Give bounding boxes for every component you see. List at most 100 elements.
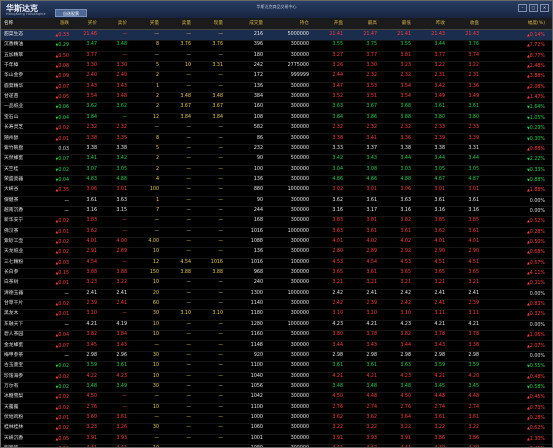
cell-change: ▲0.02 <box>39 374 69 381</box>
cell-bid-volume: 30 <box>152 383 159 389</box>
cell-change: ▲0.01 <box>39 229 69 236</box>
column-header-ask[interactable]: 卖价 <box>99 20 127 26</box>
cell-low: 3.82 <box>400 218 411 224</box>
cell-percent: 0.00% <box>483 208 545 215</box>
cell-bid: 3.47 <box>86 42 97 48</box>
column-header-open[interactable]: 开盘 <box>313 20 343 26</box>
cell-ask-volume: — <box>186 207 191 213</box>
cell-last: 3.21 <box>468 280 479 286</box>
cell-high: 3.77 <box>366 52 377 58</box>
cell-open: 3.62 <box>332 197 343 203</box>
cell-current-volume: — <box>218 404 223 410</box>
cell-percent: ▲2.07% <box>483 343 545 350</box>
cell-ask-volume: — <box>186 249 191 255</box>
cell-ask-volume: — <box>186 125 191 131</box>
cell-name: 鹿茸精华 <box>4 83 24 89</box>
cell-ask-volume: — <box>186 404 191 410</box>
cell-name: 东融天下 <box>4 321 24 327</box>
column-header-current-volume[interactable]: 现量 <box>193 20 223 26</box>
cell-value: 0.32% <box>529 312 545 318</box>
cell-name: 宝石山 <box>4 114 19 120</box>
minimize-icon[interactable]: – <box>518 4 527 12</box>
cell-bid-volume: 1 <box>155 83 159 89</box>
app-logo-subtitle: HongKong Hasdaqkie <box>6 12 46 16</box>
cell-last: 3.49 <box>468 94 479 100</box>
cell-ask: 3.30 <box>116 63 127 69</box>
cell-prev-close: 3.59 <box>434 363 445 369</box>
cell-holdings: 300000 <box>290 104 309 110</box>
cell-low: 3.54 <box>400 94 411 100</box>
cell-value: 0.09 <box>58 74 69 80</box>
cell-last: 4.20 <box>468 373 479 379</box>
cell-change: ▼0.02 <box>39 384 69 391</box>
cell-bid-volume: 10 <box>152 373 159 379</box>
column-header-volume[interactable]: 成交量 <box>225 20 263 26</box>
cell-value: 1.88% <box>529 188 545 194</box>
cell-bid: 3.38 <box>86 145 97 151</box>
column-header-high[interactable]: 最高 <box>347 20 377 26</box>
cell-prev-close: 3.38 <box>434 145 445 151</box>
tab-watchlist[interactable]: 自选股票 <box>55 9 87 17</box>
cell-volume: 1148 <box>250 342 263 348</box>
cell-last: 3.61 <box>468 104 479 110</box>
cell-ask: 3.35 <box>116 135 127 141</box>
column-header-percent[interactable]: 幅度(%) <box>483 20 545 26</box>
cell-volume: 244 <box>253 207 263 213</box>
table-row[interactable]: 银翘饮▲0.024.414.4110——10803000004.414.424.… <box>1 444 552 447</box>
cell-holdings: 500000 <box>290 156 309 162</box>
column-header-bid[interactable]: 买价 <box>71 20 97 26</box>
cell-bid: 4.50 <box>86 394 97 400</box>
cell-low: 2.42 <box>400 290 411 296</box>
column-header-last[interactable]: 收盘 <box>449 20 479 26</box>
close-icon[interactable]: ✕ <box>540 4 549 12</box>
column-header-ask-volume[interactable]: 卖量 <box>161 20 191 26</box>
cell-ask: — <box>122 404 127 410</box>
cell-last: 3.45 <box>468 383 479 389</box>
cell-value: 0.50% <box>529 240 545 245</box>
cell-high: 4.02 <box>366 239 377 244</box>
cell-ask-volume: 3.76 <box>180 42 191 48</box>
cell-value: 0.58% <box>529 384 545 390</box>
cell-value: 0.00% <box>529 291 545 297</box>
column-header-low[interactable]: 最低 <box>381 20 411 26</box>
cell-open: 2.76 <box>332 404 343 410</box>
cell-volume: 136 <box>253 83 263 89</box>
maximize-icon[interactable]: □ <box>529 4 538 12</box>
cell-volume: 1280 <box>250 321 263 327</box>
cell-last: 3.61 <box>468 197 479 203</box>
cell-bid-volume: 30 <box>152 425 159 431</box>
cell-low: 3.44 <box>400 156 411 162</box>
cell-last: 3.39 <box>468 135 479 141</box>
cell-value: 0.02 <box>58 250 69 256</box>
cell-ask: — <box>122 218 127 224</box>
cell-percent: ▼2.22% <box>483 156 545 163</box>
cell-prev-close: 2.33 <box>434 125 445 131</box>
cell-value: 0.00% <box>529 353 545 359</box>
cell-current-volume: — <box>218 166 223 172</box>
cell-ask: 3.43 <box>116 83 127 89</box>
cell-ask-volume: — <box>186 373 191 379</box>
cell-high: 3.22 <box>366 425 377 431</box>
cell-value: 0.03 <box>58 260 69 266</box>
column-header-bid-volume[interactable]: 买量 <box>129 20 159 26</box>
cell-ask-volume: 3.84 <box>180 114 191 120</box>
cell-current-volume: 3.31 <box>212 63 223 69</box>
cell-name: 越南沉香 <box>4 207 24 213</box>
cell-high: 4.48 <box>366 394 377 400</box>
column-header-prev-close[interactable]: 昨收 <box>415 20 445 26</box>
cell-bid-volume: 1 <box>155 197 159 203</box>
cell-high: 4.21 <box>366 321 377 327</box>
cell-last: 4.48 <box>468 394 479 400</box>
cell-bid-volume: 2 <box>155 156 159 162</box>
column-header-change[interactable]: 涨跌 <box>39 20 69 26</box>
cell-open: 2.42 <box>332 290 343 296</box>
column-header-holdings[interactable]: 持仓 <box>265 20 309 26</box>
column-header-name[interactable]: 名称 <box>4 20 38 26</box>
cell-last: 3.59 <box>468 363 479 369</box>
cell-open: 2.42 <box>332 301 343 307</box>
cell-volume: 1016 <box>250 228 263 234</box>
cell-value: 0.05 <box>58 95 69 101</box>
cell-prev-close: 3.01 <box>434 187 445 193</box>
cell-low: 3.44 <box>400 342 411 348</box>
cell-bid: 3.41 <box>86 156 97 162</box>
